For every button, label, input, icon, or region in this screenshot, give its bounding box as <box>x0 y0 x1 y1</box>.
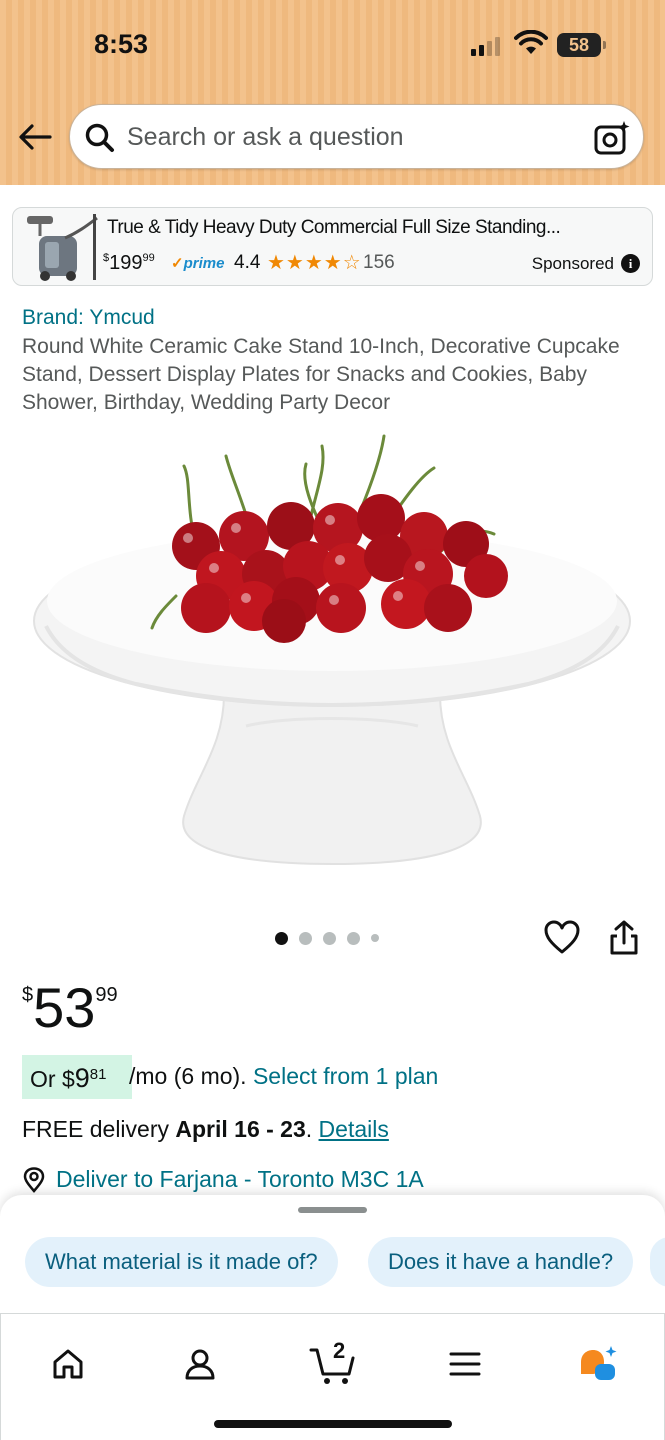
bottom-nav: 2 <box>0 1313 665 1440</box>
installment-badge: Or $981 <box>22 1055 132 1099</box>
nav-account[interactable] <box>170 1334 230 1394</box>
nav-cart[interactable]: 2 <box>303 1334 363 1394</box>
carousel-dot[interactable] <box>347 931 360 945</box>
search-icon <box>85 123 114 152</box>
carousel-dot[interactable] <box>275 931 288 945</box>
status-time: 8:53 <box>94 29 149 59</box>
back-arrow-icon[interactable] <box>16 118 54 156</box>
home-indicator[interactable] <box>214 1420 452 1428</box>
delivery-details-link[interactable]: Details <box>319 1116 389 1142</box>
nav-menu[interactable] <box>435 1334 495 1394</box>
heart-icon[interactable] <box>543 919 581 955</box>
ad-star-rating: ★★★★☆ <box>267 252 362 274</box>
wifi-icon <box>514 30 548 54</box>
image-carousel-dots[interactable] <box>275 930 379 946</box>
ad-title[interactable]: True & Tidy Heavy Duty Commercial Full S… <box>107 217 561 239</box>
deliver-to-link[interactable]: Deliver to Farjana - Toronto M3C 1A <box>22 1166 424 1193</box>
search-bar[interactable] <box>69 104 644 169</box>
suggestion-chip-partial[interactable] <box>650 1237 665 1287</box>
share-icon[interactable] <box>607 919 641 957</box>
product-image[interactable] <box>26 426 638 876</box>
menu-icon <box>449 1352 481 1376</box>
delivery-info: FREE delivery April 16 - 23. Details <box>22 1116 389 1142</box>
rufus-icon <box>581 1346 617 1380</box>
ad-review-count: 156 <box>363 252 395 273</box>
cart-count: 2 <box>333 1338 346 1363</box>
brand-link[interactable]: Brand: Ymcud <box>22 306 155 330</box>
ad-rating-value: 4.4 <box>234 252 261 273</box>
carousel-dot[interactable] <box>371 934 379 942</box>
product-title: Round White Ceramic Cake Stand 10-Inch, … <box>22 335 620 414</box>
nav-rufus[interactable] <box>567 1334 627 1394</box>
nav-home[interactable] <box>38 1334 98 1394</box>
account-icon <box>185 1349 215 1380</box>
carousel-dot[interactable] <box>323 931 336 945</box>
garment-steamer-image <box>27 214 98 281</box>
info-icon[interactable]: i <box>621 254 640 273</box>
cellular-signal-icon <box>471 36 505 56</box>
select-plan-link[interactable]: Select from 1 plan <box>253 1063 438 1089</box>
ad-price: $19999 <box>103 252 155 274</box>
sponsored-label: Sponsored <box>531 254 614 273</box>
rufus-suggestions-sheet: What material is it made of? Does it hav… <box>0 1195 665 1315</box>
suggestion-chip[interactable]: What material is it made of? <box>25 1237 338 1287</box>
battery-indicator: 58 <box>557 33 606 57</box>
sheet-drag-handle[interactable] <box>298 1207 367 1213</box>
installment-text: /mo (6 mo). Select from 1 plan <box>129 1063 439 1089</box>
camera-icon[interactable] <box>593 119 631 157</box>
search-input[interactable] <box>127 119 567 155</box>
deliver-to-text[interactable]: Deliver to Farjana - Toronto M3C 1A <box>56 1166 424 1193</box>
sponsored-ad[interactable]: True & Tidy Heavy Duty Commercial Full S… <box>12 207 653 286</box>
suggestion-chip[interactable]: Does it have a handle? <box>368 1237 634 1287</box>
carousel-dot[interactable] <box>299 931 312 945</box>
location-pin-icon <box>23 1166 45 1193</box>
prime-badge: ✓prime <box>171 255 225 272</box>
header-bar: 8:53 58 <box>0 0 665 185</box>
product-price: $5399 <box>22 976 118 1039</box>
home-icon <box>53 1349 83 1379</box>
delivery-dates: April 16 - 23 <box>175 1116 306 1142</box>
